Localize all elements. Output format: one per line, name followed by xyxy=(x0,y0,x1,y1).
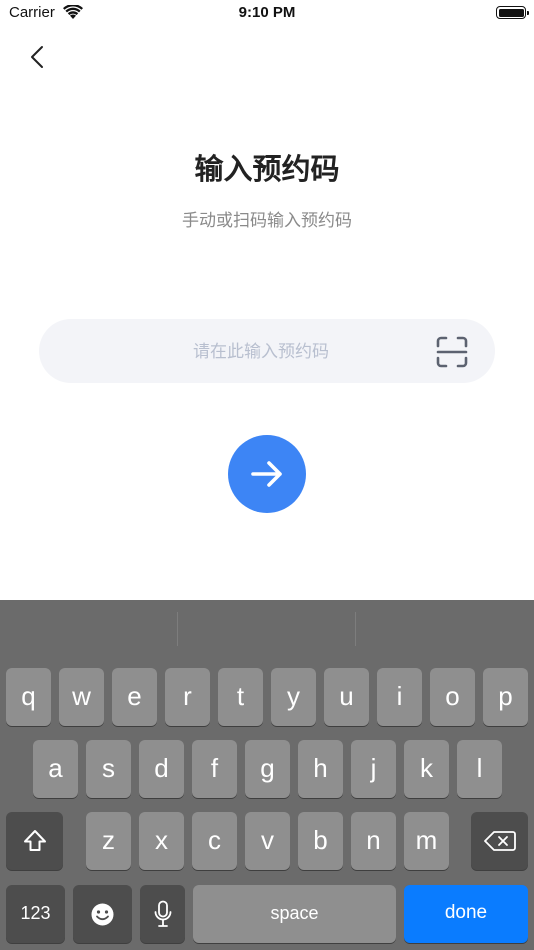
key-y[interactable]: y xyxy=(271,668,316,726)
page-title: 输入预约码 xyxy=(194,152,340,186)
key-n[interactable]: n xyxy=(351,812,396,870)
key-k[interactable]: k xyxy=(404,740,449,798)
space-key[interactable]: space xyxy=(193,885,396,943)
done-key[interactable]: done xyxy=(404,885,528,943)
key-x[interactable]: x xyxy=(139,812,184,870)
scan-button[interactable] xyxy=(435,335,469,369)
scan-icon xyxy=(436,336,468,368)
suggestion-divider xyxy=(355,612,356,646)
page-subtitle: 手动或扫码输入预约码 xyxy=(182,211,352,231)
emoji-key[interactable] xyxy=(73,885,132,943)
key-p[interactable]: p xyxy=(483,668,528,726)
back-button[interactable] xyxy=(22,42,52,72)
key-e[interactable]: e xyxy=(112,668,157,726)
key-l[interactable]: l xyxy=(457,740,502,798)
key-o[interactable]: o xyxy=(430,668,475,726)
key-z[interactable]: z xyxy=(86,812,131,870)
microphone-key[interactable] xyxy=(140,885,185,943)
reservation-code-field[interactable] xyxy=(39,319,495,385)
key-d[interactable]: d xyxy=(139,740,184,798)
key-m[interactable]: m xyxy=(404,812,449,870)
microphone-icon xyxy=(154,900,172,927)
submit-button[interactable] xyxy=(228,435,306,513)
battery-icon xyxy=(496,6,529,19)
emoji-icon xyxy=(91,903,114,926)
key-r[interactable]: r xyxy=(165,668,210,726)
keyboard: q w e r t y u i o p a s d f g h j k l z … xyxy=(0,600,534,950)
key-h[interactable]: h xyxy=(298,740,343,798)
key-q[interactable]: q xyxy=(6,668,51,726)
key-f[interactable]: f xyxy=(192,740,237,798)
key-c[interactable]: c xyxy=(192,812,237,870)
key-i[interactable]: i xyxy=(377,668,422,726)
key-a[interactable]: a xyxy=(33,740,78,798)
shift-key[interactable] xyxy=(6,812,63,870)
key-s[interactable]: s xyxy=(86,740,131,798)
numbers-key[interactable]: 123 xyxy=(6,885,65,943)
key-g[interactable]: g xyxy=(245,740,290,798)
delete-backspace-icon xyxy=(484,831,516,851)
key-u[interactable]: u xyxy=(324,668,369,726)
arrow-right-icon xyxy=(251,461,282,487)
suggestion-divider xyxy=(177,612,178,646)
key-t[interactable]: t xyxy=(218,668,263,726)
delete-key[interactable] xyxy=(471,812,528,870)
status-bar: Carrier 9:10 PM xyxy=(0,0,534,28)
chevron-left-icon xyxy=(31,46,43,68)
shift-icon xyxy=(24,830,46,851)
key-b[interactable]: b xyxy=(298,812,343,870)
key-j[interactable]: j xyxy=(351,740,396,798)
key-w[interactable]: w xyxy=(59,668,104,726)
clock: 9:10 PM xyxy=(238,4,296,21)
reservation-code-input[interactable] xyxy=(99,319,423,385)
key-v[interactable]: v xyxy=(245,812,290,870)
